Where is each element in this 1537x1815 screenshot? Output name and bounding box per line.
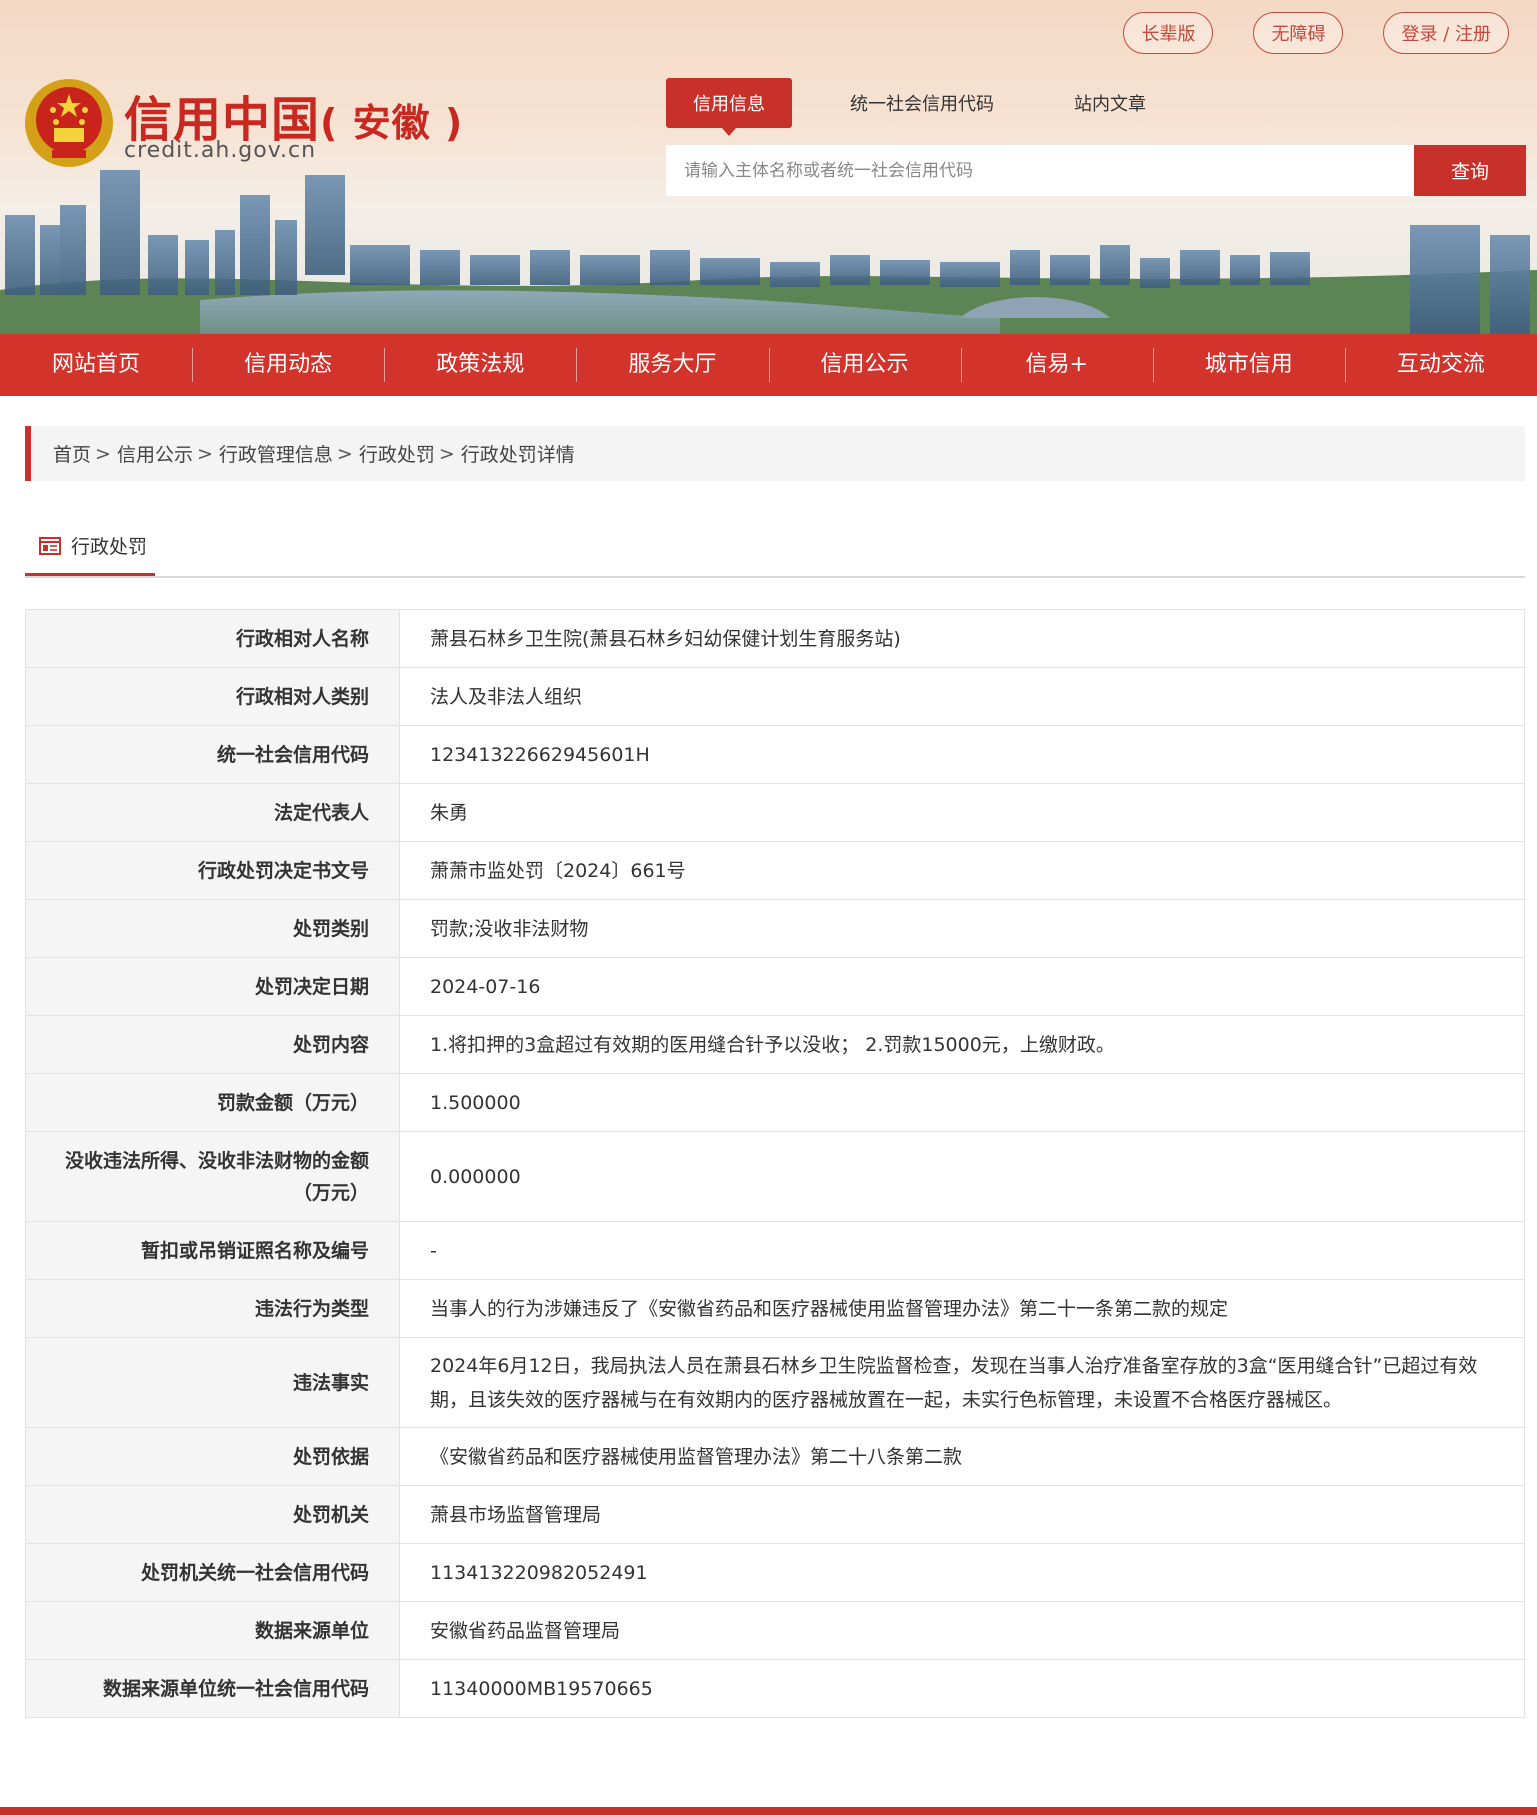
penalty-detail-table: 行政相对人名称 萧县石林乡卫生院(萧县石林乡妇幼保健计划生育服务站) 行政相对人类别… xyxy=(25,609,1525,1718)
detail-row: 违法事实 2024年6月12日，我局执法人员在萧县石林乡卫生院监督检查，发现在当事… xyxy=(25,1337,1525,1428)
nav-credit-news[interactable]: 信用动态 xyxy=(192,334,384,396)
tab-site-articles[interactable]: 站内文章 xyxy=(1074,90,1146,116)
detail-row: 违法行为类型 当事人的行为涉嫌违反了《安徽省药品和医疗器械使用监督管理办法》第二十… xyxy=(25,1279,1525,1338)
detail-value: 2024-07-16 xyxy=(399,957,1525,1016)
detail-row: 法定代表人 朱勇 xyxy=(25,783,1525,842)
detail-value: 0.000000 xyxy=(399,1131,1525,1222)
breadcrumb-penalty[interactable]: 行政处罚 xyxy=(359,440,435,467)
detail-label: 行政相对人名称 xyxy=(25,609,400,668)
detail-label: 法定代表人 xyxy=(25,783,400,842)
tab-credit-code[interactable]: 统一社会信用代码 xyxy=(850,90,994,116)
detail-label: 暂扣或吊销证照名称及编号 xyxy=(25,1221,400,1280)
detail-value: 11340000MB19570665 xyxy=(399,1659,1525,1718)
search-box: 查询 xyxy=(666,145,1526,196)
nav-home[interactable]: 网站首页 xyxy=(0,334,192,396)
detail-row: 处罚决定日期 2024-07-16 xyxy=(25,957,1525,1016)
detail-row: 行政相对人类别 法人及非法人组织 xyxy=(25,667,1525,726)
login-register-link[interactable]: 登录 / 注册 xyxy=(1383,12,1509,54)
accessibility-link[interactable]: 无障碍 xyxy=(1253,12,1344,54)
site-url-text: credit.ah.gov.cn xyxy=(124,138,317,163)
detail-value: 2024年6月12日，我局执法人员在萧县石林乡卫生院监督检查，发现在当事人治疗准… xyxy=(399,1337,1525,1428)
top-links: 长辈版 无障碍 登录 / 注册 xyxy=(1123,12,1509,54)
detail-row: 处罚内容 1.将扣押的3盒超过有效期的医用缝合针予以没收； 2.罚款15000元，… xyxy=(25,1015,1525,1074)
search-button[interactable]: 查询 xyxy=(1414,145,1526,196)
detail-row: 行政相对人名称 萧县石林乡卫生院(萧县石林乡妇幼保健计划生育服务站) xyxy=(25,609,1525,668)
detail-value: 萧萧市监处罚〔2024〕661号 xyxy=(399,841,1525,900)
detail-row: 行政处罚决定书文号 萧萧市监处罚〔2024〕661号 xyxy=(25,841,1525,900)
detail-label: 处罚机关 xyxy=(25,1485,400,1544)
detail-value: 1.500000 xyxy=(399,1073,1525,1132)
detail-row: 处罚机关 萧县市场监督管理局 xyxy=(25,1485,1525,1544)
detail-row: 暂扣或吊销证照名称及编号 - xyxy=(25,1221,1525,1280)
section-title: 行政处罚 xyxy=(71,536,148,558)
nav-interaction[interactable]: 互动交流 xyxy=(1344,334,1537,396)
footer-bar xyxy=(0,1807,1537,1815)
detail-row: 罚款金额（万元） 1.500000 xyxy=(25,1073,1525,1132)
detail-label: 处罚决定日期 xyxy=(25,957,400,1016)
breadcrumb-separator: > xyxy=(196,442,213,465)
detail-value: 《安徽省药品和医疗器械使用监督管理办法》第二十八条第二款 xyxy=(399,1427,1525,1486)
detail-row: 数据来源单位 安徽省药品监督管理局 xyxy=(25,1601,1525,1660)
breadcrumb-separator: > xyxy=(438,442,455,465)
section-tab: 行政处罚 xyxy=(25,518,155,576)
logo-region-text: ( 安徽 ) xyxy=(320,101,464,145)
nav-credit-publicity[interactable]: 信用公示 xyxy=(768,334,961,396)
detail-row: 处罚机关统一社会信用代码 11341322098205249​1 xyxy=(25,1543,1525,1602)
detail-value: 萧县石林乡卫生院(萧县石林乡妇幼保健计划生育服务站) xyxy=(399,609,1525,668)
section-list-icon xyxy=(39,536,61,555)
breadcrumb-credit-publicity[interactable]: 信用公示 xyxy=(117,440,193,467)
detail-label: 数据来源单位 xyxy=(25,1601,400,1660)
elder-mode-link[interactable]: 长辈版 xyxy=(1123,12,1214,54)
detail-label: 处罚依据 xyxy=(25,1427,400,1486)
detail-label: 数据来源单位统一社会信用代码 xyxy=(25,1659,400,1718)
detail-value: 萧县市场监督管理局 xyxy=(399,1485,1525,1544)
main-nav: 网站首页 信用动态 政策法规 服务大厅 信用公示 信易+ 城市信用 互动交流 xyxy=(0,334,1537,396)
tab-credit-info[interactable]: 信用信息 xyxy=(666,78,792,136)
breadcrumb: 首页 > 信用公示 > 行政管理信息 > 行政处罚 > 行政处罚详情 xyxy=(25,426,1525,481)
site-header: 长辈版 无障碍 登录 / 注册 信用中国( 安徽 ) credit.ah.gov… xyxy=(0,0,1537,334)
detail-value: 安徽省药品监督管理局 xyxy=(399,1601,1525,1660)
detail-label: 处罚内容 xyxy=(25,1015,400,1074)
detail-label: 违法事实 xyxy=(25,1337,400,1428)
detail-value: 11341322098205249​1 xyxy=(399,1543,1525,1602)
nav-policy[interactable]: 政策法规 xyxy=(384,334,576,396)
detail-row: 统一社会信用代码 12341322662945601H xyxy=(25,725,1525,784)
detail-row: 没收违法所得、没收非法财物的金额（万元） 0.000000 xyxy=(25,1131,1525,1222)
detail-value: - xyxy=(399,1221,1525,1280)
detail-value: 当事人的行为涉嫌违反了《安徽省药品和医疗器械使用监督管理办法》第二十一条第二款的… xyxy=(399,1279,1525,1338)
detail-value: 12341322662945601H xyxy=(399,725,1525,784)
search-input[interactable] xyxy=(666,145,1414,196)
detail-value: 罚款;没收非法财物 xyxy=(399,899,1525,958)
detail-value: 法人及非法人组织 xyxy=(399,667,1525,726)
detail-value: 1.将扣押的3盒超过有效期的医用缝合针予以没收； 2.罚款15000元，上缴财政… xyxy=(399,1015,1525,1074)
breadcrumb-separator: > xyxy=(95,442,111,465)
section-header: 行政处罚 xyxy=(25,518,1525,578)
breadcrumb-admin-info[interactable]: 行政管理信息 xyxy=(219,440,333,467)
nav-service-hall[interactable]: 服务大厅 xyxy=(576,334,768,396)
national-emblem-icon xyxy=(25,79,113,167)
detail-label: 行政处罚决定书文号 xyxy=(25,841,400,900)
detail-label: 处罚类别 xyxy=(25,899,400,958)
breadcrumb-home[interactable]: 首页 xyxy=(53,440,91,467)
detail-label: 没收违法所得、没收非法财物的金额（万元） xyxy=(25,1131,400,1222)
detail-label: 违法行为类型 xyxy=(25,1279,400,1338)
detail-label: 处罚机关统一社会信用代码 xyxy=(25,1543,400,1602)
detail-label: 行政相对人类别 xyxy=(25,667,400,726)
detail-row: 处罚依据 《安徽省药品和医疗器械使用监督管理办法》第二十八条第二款 xyxy=(25,1427,1525,1486)
nav-xinyi-plus[interactable]: 信易+ xyxy=(960,334,1153,396)
breadcrumb-current: 行政处罚详情 xyxy=(460,444,575,466)
detail-value: 朱勇 xyxy=(399,783,1525,842)
nav-city-credit[interactable]: 城市信用 xyxy=(1152,334,1345,396)
detail-label: 罚款金额（万元） xyxy=(25,1073,400,1132)
breadcrumb-separator: > xyxy=(336,442,353,465)
search-tabs: 信用信息 统一社会信用代码 站内文章 xyxy=(666,78,1226,136)
detail-label: 统一社会信用代码 xyxy=(25,725,400,784)
detail-row: 处罚类别 罚款;没收非法财物 xyxy=(25,899,1525,958)
detail-row: 数据来源单位统一社会信用代码 11340000MB19570665 xyxy=(25,1659,1525,1718)
